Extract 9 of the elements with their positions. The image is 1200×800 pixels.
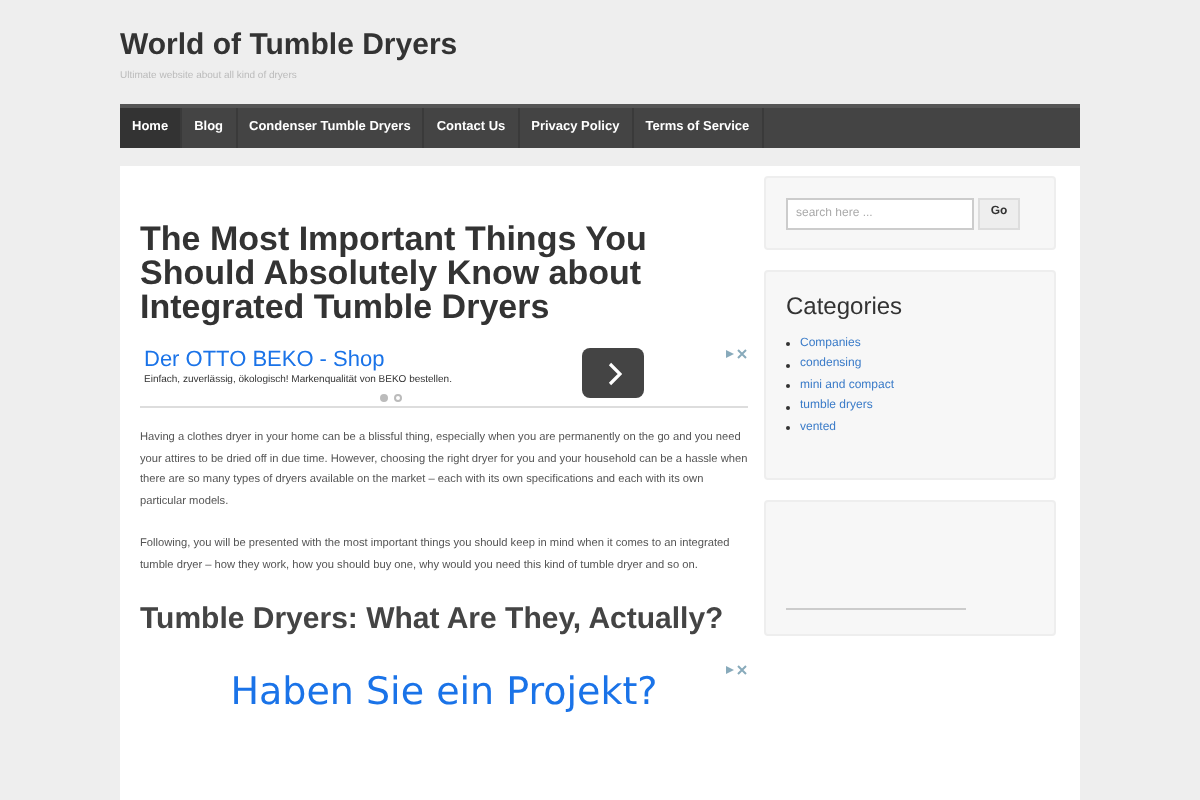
article-title: The Most Important Things You Should Absolutely Know about Integrated Tumble Dryers: [140, 222, 649, 324]
site-title[interactable]: World of Tumble Dryers: [120, 28, 1080, 64]
ad-headline[interactable]: Der OTTO BEKO - Shop: [140, 348, 748, 374]
next-button[interactable]: [582, 348, 644, 398]
ad-choices-icon[interactable]: [724, 664, 748, 676]
chevron-right-icon: [605, 361, 621, 385]
widget-title: Categories: [786, 292, 905, 320]
section-heading: Tumble Dryers: What Are They, Actually?: [140, 604, 726, 636]
ad-choices-icon[interactable]: [724, 348, 748, 360]
